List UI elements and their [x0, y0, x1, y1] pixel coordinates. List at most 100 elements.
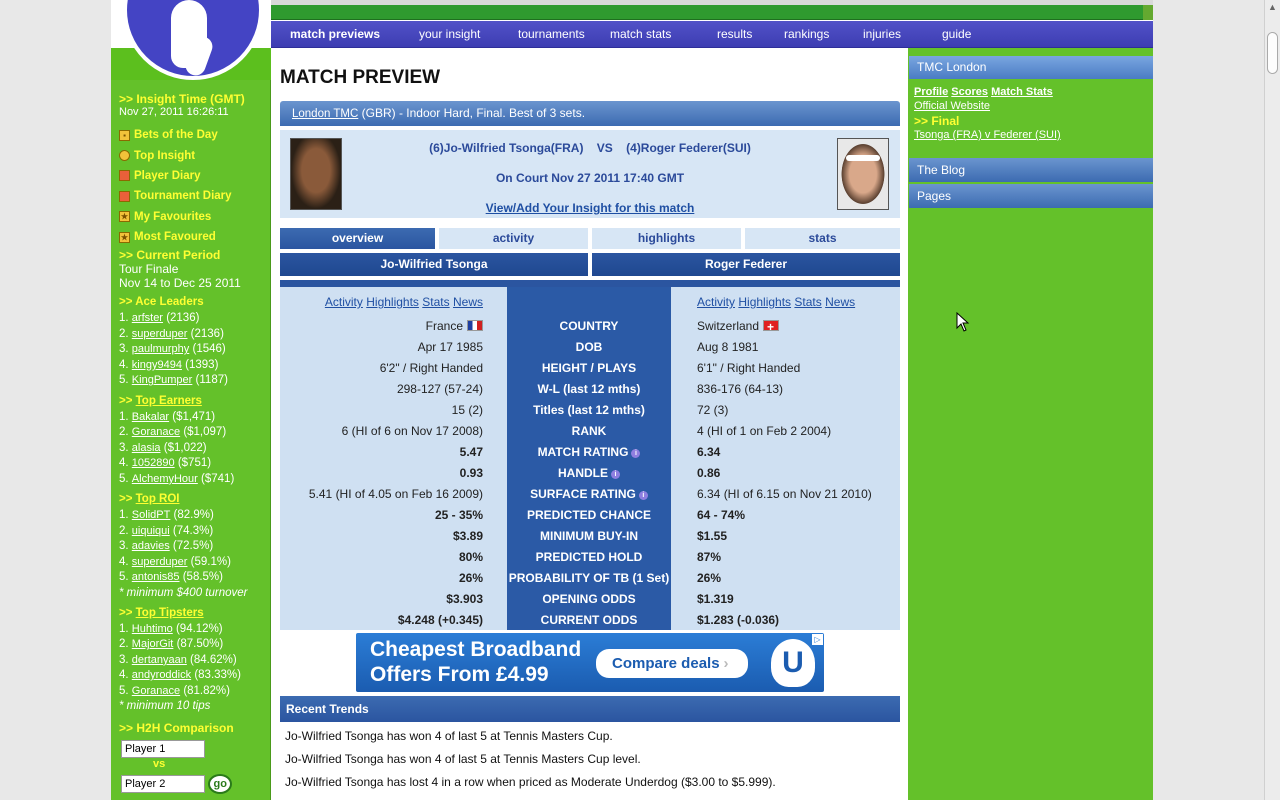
menu-my-favourites[interactable]: ★ My Favourites	[119, 207, 270, 227]
nav-your-insight[interactable]: your insight	[419, 27, 480, 41]
scores-link[interactable]: Scores	[951, 86, 988, 98]
scrollbar-thumb[interactable]	[1267, 32, 1278, 74]
profile-link[interactable]: Profile	[914, 86, 948, 98]
final-match-link[interactable]: Tsonga (FRA) v Federer (SUI)	[914, 129, 1061, 141]
nav-results[interactable]: results	[717, 27, 752, 41]
info-icon[interactable]: i	[638, 491, 648, 500]
current-period-label: >> Current Period	[119, 248, 221, 263]
player2-photo[interactable]	[837, 138, 889, 210]
player2-news-link[interactable]: News	[825, 295, 855, 309]
user-link[interactable]: MajorGit	[132, 638, 174, 650]
right-sidebar: TMC London Profile Scores Match Stats Of…	[908, 48, 1153, 800]
player1-stats-link[interactable]: Stats	[422, 295, 449, 309]
tab-activity[interactable]: activity	[439, 228, 588, 249]
list-item: 4. kingy9494 (1393)	[119, 358, 219, 371]
player1-highlights-link[interactable]: Highlights	[366, 295, 419, 309]
menu-tournament-diary[interactable]: Tournament Diary	[119, 186, 270, 206]
top-roi-link[interactable]: Top ROI	[136, 493, 180, 505]
top-tipsters-link[interactable]: Top Tipsters	[136, 607, 204, 619]
user-link[interactable]: 1052890	[132, 457, 175, 469]
event-link[interactable]: London TMC	[292, 108, 358, 120]
go-button[interactable]: go	[208, 774, 233, 795]
user-link[interactable]: superduper	[132, 556, 188, 568]
user-link[interactable]: adavies	[132, 540, 170, 552]
chevron-right-icon: ›	[723, 655, 729, 672]
player1-photo[interactable]	[290, 138, 342, 210]
ace-leaders-label: >> Ace Leaders	[119, 296, 204, 309]
match-stats-link[interactable]: Match Stats	[991, 86, 1053, 98]
nav-rankings[interactable]: rankings	[784, 27, 829, 41]
user-link[interactable]: paulmurphy	[132, 343, 189, 355]
final-label: >> Final	[914, 114, 960, 128]
nav-match-previews[interactable]: match previews	[290, 27, 380, 41]
left-sidebar: >> Insight Time (GMT) Nov 27, 2011 16:26…	[111, 80, 271, 800]
list-item: 1. Bakalar ($1,471)	[119, 410, 216, 423]
menu-player-diary[interactable]: Player Diary	[119, 166, 270, 186]
user-link[interactable]: kingy9494	[132, 359, 182, 371]
nav-tournaments[interactable]: tournaments	[518, 27, 585, 41]
player1-name-bar: Jo-Wilfried Tsonga	[280, 253, 588, 276]
page-scrollbar[interactable]: ▲	[1264, 0, 1280, 800]
dice-icon: ▪	[119, 129, 130, 141]
tmc-london-header[interactable]: TMC London	[909, 56, 1153, 79]
menu-most-favoured[interactable]: ★ Most Favoured	[119, 227, 270, 247]
user-link[interactable]: uiquiqui	[132, 525, 170, 537]
user-link[interactable]: alasia	[132, 442, 161, 454]
blog-header[interactable]: The Blog	[909, 158, 1153, 182]
current-period-name: Tour Finale	[119, 262, 179, 277]
list-item: 1. SolidPT (82.9%)	[119, 509, 214, 522]
user-link[interactable]: andyroddick	[132, 669, 191, 681]
user-link[interactable]: dertanyaan	[132, 654, 187, 666]
player1-input[interactable]	[121, 740, 205, 759]
player1-value: 6 (HI of 6 on Nov 17 2008)	[341, 424, 483, 438]
tab-highlights[interactable]: highlights	[592, 228, 741, 249]
nav-match-stats[interactable]: match stats	[610, 27, 671, 41]
user-link[interactable]: Bakalar	[132, 411, 169, 423]
site-logo[interactable]	[111, 0, 271, 80]
player2-stats-link[interactable]: Stats	[794, 295, 821, 309]
player1-value: 15 (2)	[451, 403, 483, 417]
user-link[interactable]: SolidPT	[132, 509, 171, 521]
advert-banner[interactable]: Cheapest Broadband Offers From £4.99 Comp…	[356, 633, 824, 692]
ad-compare-button[interactable]: Compare deals ›	[596, 649, 748, 678]
list-item: 4. superduper (59.1%)	[119, 555, 231, 568]
player1-news-link[interactable]: News	[453, 295, 483, 309]
user-link[interactable]: antonis85	[132, 571, 180, 583]
player1-value: France	[426, 316, 483, 337]
nav-guide[interactable]: guide	[942, 27, 971, 41]
official-website-link[interactable]: Official Website	[914, 100, 990, 112]
player2-highlights-link[interactable]: Highlights	[738, 295, 791, 309]
user-link[interactable]: KingPumper	[132, 374, 193, 386]
player2-value: 72 (3)	[697, 403, 729, 417]
menu-bets-of-the-day[interactable]: ▪ Bets of the Day	[119, 125, 270, 145]
tab-stats[interactable]: stats	[745, 228, 900, 249]
user-link[interactable]: Goranace	[132, 426, 180, 438]
list-item: 4. andyroddick (83.33%)	[119, 669, 241, 682]
adchoices-icon[interactable]: ▷	[812, 634, 823, 645]
user-link[interactable]: Huhtimo	[132, 623, 173, 635]
user-link[interactable]: AlchemyHour	[132, 473, 198, 485]
add-insight-link[interactable]: View/Add Your Insight for this match	[486, 201, 695, 215]
pages-header[interactable]: Pages	[909, 184, 1153, 208]
top-earners-link[interactable]: Top Earners	[136, 395, 202, 407]
user-link[interactable]: Goranace	[132, 685, 180, 697]
info-icon[interactable]: i	[631, 449, 641, 458]
nav-injuries[interactable]: injuries	[863, 27, 901, 41]
comparison-label: OPENING ODDS	[542, 592, 636, 606]
user-link[interactable]: superduper	[132, 328, 188, 340]
player2-activity-link[interactable]: Activity	[697, 295, 735, 309]
comparison-label: COUNTRY	[559, 319, 619, 333]
menu-top-insight[interactable]: Top Insight	[119, 145, 270, 165]
scroll-up-arrow-icon[interactable]: ▲	[1268, 2, 1277, 12]
player1-value: 6'2" / Right Handed	[379, 361, 483, 375]
player2-input[interactable]	[121, 775, 205, 794]
user-link[interactable]: arfster	[132, 312, 163, 324]
page-wrapper: match previews your insight tournaments …	[111, 0, 1153, 800]
player2-name-bar: Roger Federer	[592, 253, 900, 276]
player1-activity-link[interactable]: Activity	[325, 295, 363, 309]
list-item: 3. alasia ($1,022)	[119, 441, 207, 454]
info-icon[interactable]: i	[611, 470, 620, 479]
comparison-label: MINIMUM BUY-IN	[540, 529, 638, 543]
comparison-table: Activity Highlights Stats News Activity …	[280, 280, 900, 630]
tab-overview[interactable]: overview	[280, 228, 435, 249]
